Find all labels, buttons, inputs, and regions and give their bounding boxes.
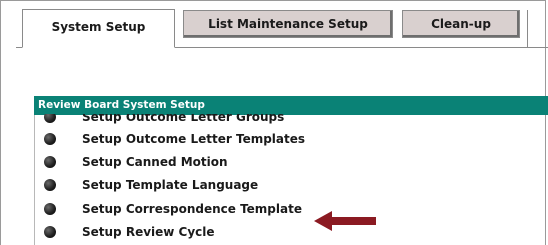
tab-list-maintenance-setup-label: List Maintenance Setup <box>208 17 368 31</box>
menu-item-template-language[interactable]: Setup Template Language <box>40 174 520 196</box>
menu-item-outcome-letter-templates[interactable]: Setup Outcome Letter Templates <box>40 128 520 150</box>
tab-list-maintenance-setup[interactable]: List Maintenance Setup <box>183 10 393 38</box>
bullet-icon <box>44 133 56 145</box>
tab-clean-up[interactable]: Clean-up <box>402 10 520 38</box>
menu-item-label: Setup Canned Motion <box>82 155 228 169</box>
tab-system-setup-label: System Setup <box>51 20 146 34</box>
tab-strip-edge <box>527 10 528 48</box>
tab-clean-up-label: Clean-up <box>431 17 491 31</box>
bullet-icon <box>44 114 56 123</box>
menu-item-label: Setup Outcome Letter Templates <box>82 132 306 146</box>
menu-item-canned-motion[interactable]: Setup Canned Motion <box>40 151 520 173</box>
menu-item-correspondence-template[interactable]: Setup Correspondence Template <box>40 198 520 220</box>
menu-item-label: Setup Template Language <box>82 178 259 192</box>
menu-item-label: Setup Outcome Letter Groups <box>82 114 285 124</box>
bullet-icon <box>44 156 56 168</box>
bullet-icon <box>44 226 56 238</box>
panel-title: Review Board System Setup <box>34 96 548 115</box>
bullet-icon <box>44 179 56 191</box>
menu-item-label: Setup Correspondence Template <box>82 202 302 216</box>
menu-item-label: Setup Review Cycle <box>82 225 215 239</box>
bullet-icon <box>44 203 56 215</box>
setup-menu-list: Setup Outcome Letter Groups Setup Outcom… <box>40 114 520 245</box>
menu-item-review-cycle[interactable]: Setup Review Cycle <box>40 221 520 243</box>
tab-system-setup[interactable]: System Setup <box>22 9 175 48</box>
menu-item-outcome-letter-groups[interactable]: Setup Outcome Letter Groups <box>40 114 520 128</box>
pointer-arrow-icon <box>314 211 376 231</box>
